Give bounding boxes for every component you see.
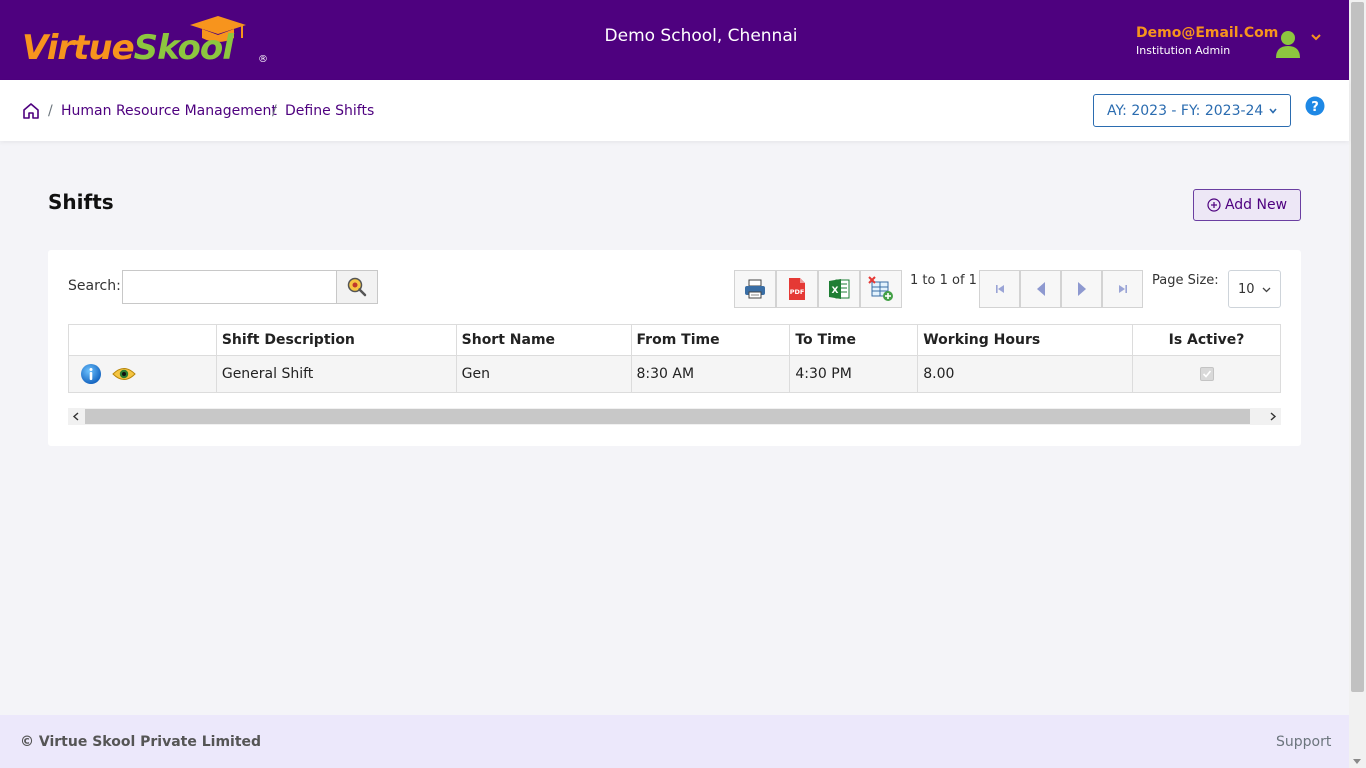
print-button[interactable] [734,270,776,308]
chevron-down-icon [1269,108,1277,114]
breadcrumb-hr-management[interactable]: Human Resource Management [61,103,277,119]
vertical-scrollbar[interactable] [1349,0,1366,768]
scroll-down-arrow-icon[interactable] [1353,759,1361,764]
print-icon [745,279,765,299]
row-actions-cell [68,355,217,393]
chevron-down-icon[interactable] [1310,32,1322,42]
search-input[interactable] [122,270,337,304]
search-label: Search: [68,278,121,294]
top-header: VirtueSkool ® Demo School, Chennai Demo@… [0,0,1349,80]
add-new-button[interactable]: Add New [1193,189,1301,221]
horizontal-scrollbar-thumb[interactable] [85,409,1250,424]
home-icon[interactable] [22,102,40,120]
user-avatar-icon[interactable] [1274,28,1302,60]
info-icon[interactable] [80,363,102,385]
first-page-icon [995,285,1004,293]
copyright-text: © Virtue Skool Private Limited [20,734,262,750]
pdf-icon: PDF [789,278,805,300]
cell-working-hours: 8.00 [917,355,1134,393]
first-page-button[interactable] [979,270,1020,308]
column-header-short-name[interactable]: Short Name [455,324,632,356]
column-header-to-time[interactable]: To Time [789,324,919,356]
next-page-icon [1077,282,1086,296]
breadcrumb-bar: / Human Resource Management / Define Shi… [0,80,1349,141]
export-excel-button[interactable]: X [818,270,860,308]
column-header-is-active[interactable]: Is Active? [1132,324,1281,356]
svg-text:?: ? [1311,100,1319,115]
grid-header-row: Shift Description Short Name From Time T… [68,324,1281,356]
logo-registered-mark: ® [258,54,268,65]
page-size-select[interactable]: 10 [1228,270,1281,308]
column-chooser-icon [868,276,893,301]
breadcrumb-define-shifts[interactable]: Define Shifts [285,103,374,119]
svg-text:X: X [832,286,839,296]
add-new-label: Add New [1224,197,1288,213]
academic-year-select[interactable]: AY: 2023 - FY: 2023-24 [1093,94,1291,127]
academic-year-value: AY: 2023 - FY: 2023-24 [1107,102,1264,119]
vertical-scrollbar-thumb[interactable] [1351,2,1364,692]
search-icon [347,277,367,297]
user-email[interactable]: Demo@Email.Com [1136,25,1278,41]
chevron-down-icon [1262,287,1271,293]
excel-icon: X [829,279,850,299]
virtueskool-logo[interactable]: VirtueSkool ® [22,14,272,70]
support-link[interactable]: Support [1276,734,1331,750]
cell-to-time: 4:30 PM [789,355,919,393]
prev-page-icon [1036,282,1045,296]
last-page-button[interactable] [1102,270,1143,308]
prev-page-button[interactable] [1020,270,1061,308]
column-header-working-hours[interactable]: Working Hours [917,324,1134,356]
shifts-grid: Shift Description Short Name From Time T… [68,324,1281,393]
cell-shift-description: General Shift [215,355,457,393]
page-size-label: Page Size: [1152,273,1219,288]
page-title: Shifts [48,190,114,214]
grid-horizontal-scrollbar[interactable] [68,408,1281,425]
column-header-actions [68,324,217,356]
view-icon[interactable] [112,366,136,382]
last-page-icon [1118,285,1127,293]
shifts-card: Search: PDF X 1 to 1 of 1 Page Size: 10 … [48,250,1301,446]
column-chooser-button[interactable] [860,270,902,308]
page-size-value: 10 [1238,281,1255,297]
paging-summary: 1 to 1 of 1 [910,273,977,288]
page-footer: © Virtue Skool Private Limited Support [0,715,1349,768]
logo-part-virtue: Virtue [22,28,135,68]
is-active-checkbox [1199,367,1214,381]
export-pdf-button[interactable]: PDF [776,270,818,308]
svg-text:PDF: PDF [790,288,805,296]
next-page-button[interactable] [1061,270,1102,308]
cell-from-time: 8:30 AM [630,355,791,393]
search-button[interactable] [336,270,378,304]
user-role: Institution Admin [1136,44,1231,57]
table-row[interactable]: General Shift Gen 8:30 AM 4:30 PM 8.00 [68,355,1281,393]
help-icon[interactable]: ? [1305,96,1325,116]
cell-short-name: Gen [455,355,632,393]
breadcrumb-separator: / [48,103,53,119]
logo-part-skool: Skool [133,28,234,68]
scroll-right-arrow-icon[interactable] [1269,412,1277,421]
breadcrumb-separator: / [272,103,277,119]
plus-circle-icon [1207,198,1221,212]
school-name: Demo School, Chennai [604,26,798,46]
cell-is-active [1132,355,1281,393]
checkbox-checked-icon [1202,370,1211,378]
scroll-left-arrow-icon[interactable] [72,412,80,421]
column-header-from-time[interactable]: From Time [630,324,791,356]
logo-text: VirtueSkool [22,28,234,68]
column-header-shift-description[interactable]: Shift Description [215,324,457,356]
